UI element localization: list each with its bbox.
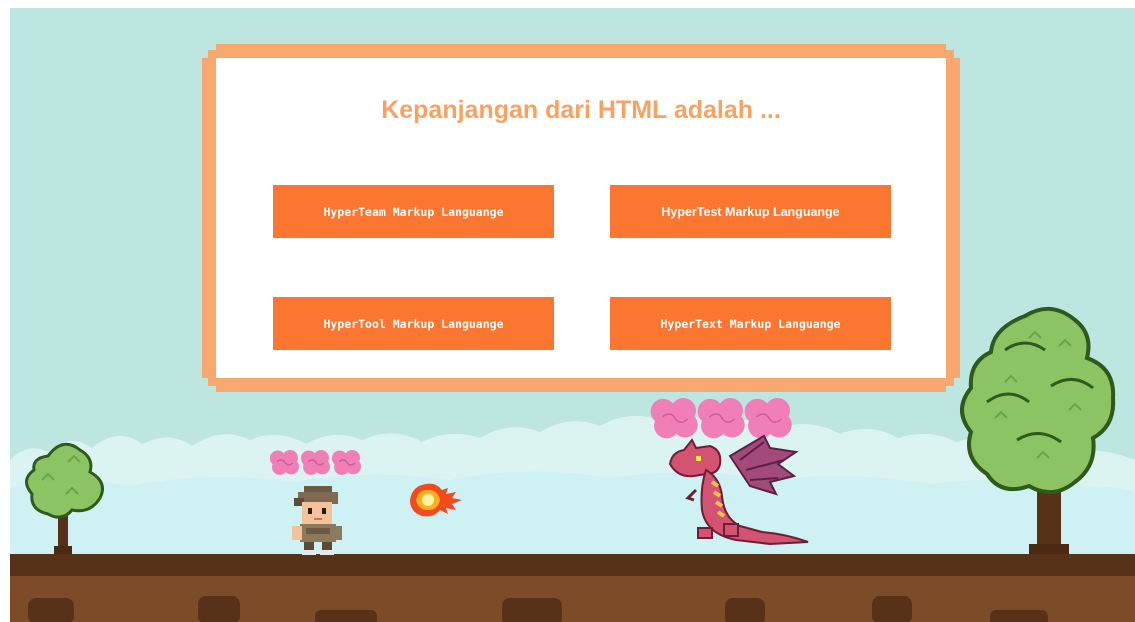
question-panel: Kepanjangan dari HTML adalah ... HyperTe… bbox=[202, 44, 960, 392]
fireball-icon bbox=[410, 483, 462, 517]
answer-button-4[interactable]: HyperText Markup Languange bbox=[610, 297, 891, 350]
question-text: Kepanjangan dari HTML adalah ... bbox=[381, 96, 781, 124]
ground-top bbox=[10, 554, 1135, 576]
game-stage: Kepanjangan dari HTML adalah ... HyperTe… bbox=[0, 0, 1135, 622]
answer-button-3[interactable]: HyperTool Markup Languange bbox=[273, 297, 554, 350]
brain-icon bbox=[331, 450, 362, 475]
player-lives bbox=[269, 450, 362, 475]
game-scene[interactable]: Kepanjangan dari HTML adalah ... HyperTe… bbox=[10, 8, 1135, 622]
soldier-icon bbox=[292, 486, 342, 555]
answer-button-1[interactable]: HyperTeam Markup Languange bbox=[273, 185, 554, 238]
brain-icon bbox=[300, 450, 331, 475]
bush-shade bbox=[10, 471, 1135, 568]
ground-fill bbox=[10, 576, 1135, 622]
dragon-icon bbox=[668, 434, 809, 546]
brain-icon bbox=[269, 450, 300, 475]
answer-button-2[interactable]: HyperTest Markup Languange bbox=[610, 185, 891, 238]
